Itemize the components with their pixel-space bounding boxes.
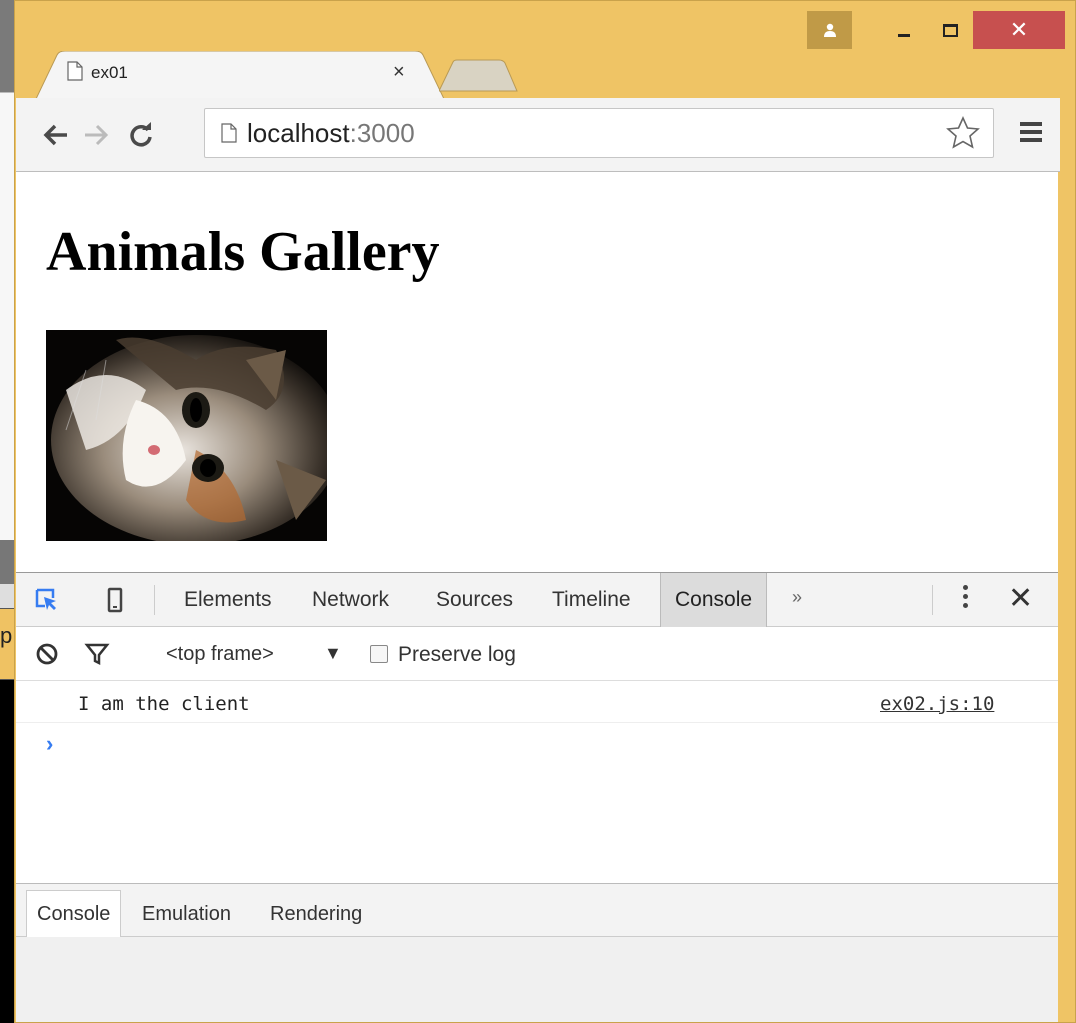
devtools-menu-icon[interactable] (960, 585, 970, 615)
back-button[interactable] (36, 98, 76, 172)
chrome-menu-icon[interactable] (1020, 122, 1042, 144)
console-filter-bar: <top frame> ▼ Preserve log (16, 627, 1058, 681)
console-source-link[interactable]: ex02.js:10 (880, 693, 994, 715)
devtools-panel: Elements Network Sources Timeline Consol… (16, 572, 1058, 1022)
tab-sources[interactable]: Sources (436, 573, 513, 627)
close-window-button[interactable]: ✕ (973, 11, 1065, 49)
url-port: :3000 (349, 118, 415, 148)
reload-button[interactable] (116, 98, 166, 172)
drawer-tab-rendering[interactable]: Rendering (270, 890, 362, 938)
url-host: localhost (247, 118, 350, 148)
close-icon: ✕ (1009, 17, 1029, 42)
forward-button[interactable] (76, 98, 116, 172)
tab-elements[interactable]: Elements (184, 573, 272, 627)
page-content: Animals Gallery (16, 172, 1058, 572)
new-tab-button[interactable] (439, 59, 519, 93)
tab-close-icon[interactable]: × (393, 61, 405, 84)
maximize-icon (942, 23, 958, 37)
minimize-icon (898, 33, 910, 37)
tab-timeline[interactable]: Timeline (552, 573, 631, 627)
console-message: I am the client ex02.js:10 (16, 681, 1058, 723)
bookmark-star-icon[interactable] (945, 115, 981, 151)
devtools-drawer-tabs: Console Emulation Rendering (16, 883, 1058, 938)
page-title: Animals Gallery (46, 221, 440, 283)
tab-network[interactable]: Network (312, 573, 389, 627)
back-arrow-icon (43, 124, 67, 146)
device-mode-icon[interactable] (102, 587, 128, 613)
drawer-content (16, 937, 1058, 1022)
address-bar[interactable]: localhost:3000 (204, 108, 994, 158)
reload-icon (130, 122, 152, 147)
console-message-text: I am the client (78, 693, 250, 715)
devtools-close-icon[interactable]: ✕ (1008, 581, 1033, 616)
toolbar-divider (932, 585, 933, 615)
cat-photo (46, 330, 327, 541)
frame-selector[interactable]: <top frame> (166, 643, 274, 666)
profile-button[interactable] (807, 11, 852, 49)
person-icon (823, 23, 836, 37)
page-icon (67, 61, 83, 81)
chevron-down-icon[interactable]: ▼ (324, 643, 342, 664)
preserve-log-checkbox[interactable] (370, 645, 388, 663)
console-prompt[interactable]: › (46, 731, 53, 757)
browser-toolbar: localhost:3000 (16, 98, 1060, 172)
url-text: localhost:3000 (247, 118, 415, 149)
inspect-element-icon[interactable] (34, 587, 60, 613)
tab-console[interactable]: Console (660, 573, 768, 627)
drawer-tab-console[interactable]: Console (26, 890, 122, 938)
clear-console-icon[interactable] (34, 641, 60, 667)
minimize-button[interactable] (881, 11, 927, 49)
tab-title: ex01 (91, 63, 128, 82)
maximize-button[interactable] (927, 11, 973, 49)
drawer-tab-emulation[interactable]: Emulation (142, 890, 231, 938)
filter-icon[interactable] (84, 641, 110, 667)
toolbar-divider (154, 585, 155, 615)
preserve-log-label: Preserve log (398, 643, 516, 666)
more-tabs-icon[interactable]: » (792, 587, 802, 608)
forward-arrow-icon (85, 124, 109, 146)
page-icon (221, 123, 237, 143)
devtools-toolbar: Elements Network Sources Timeline Consol… (16, 573, 1058, 627)
cat-image-illustration (46, 330, 327, 541)
